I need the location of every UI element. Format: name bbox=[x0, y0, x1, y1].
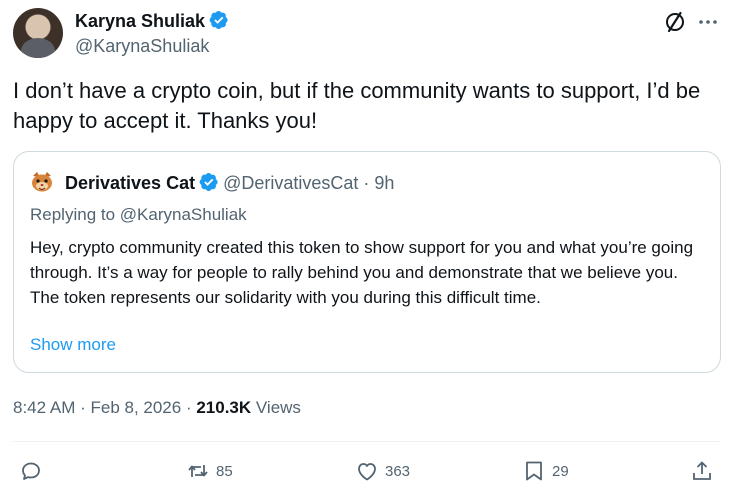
meta-separator: · bbox=[181, 398, 197, 417]
replying-to-handle[interactable]: @KarynaShuliak bbox=[120, 205, 247, 224]
like-count: 363 bbox=[385, 462, 411, 480]
author-handle[interactable]: @KarynaShuliak bbox=[75, 36, 209, 57]
quoted-avatar-cat-icon[interactable] bbox=[30, 170, 54, 194]
grok-icon[interactable] bbox=[663, 10, 687, 34]
verified-badge-icon bbox=[209, 11, 228, 29]
bookmark-icon bbox=[526, 461, 542, 481]
author-avatar[interactable] bbox=[13, 8, 63, 58]
verified-badge-icon bbox=[199, 173, 218, 191]
reply-icon bbox=[22, 462, 40, 480]
repost-button[interactable]: 85 bbox=[186, 458, 233, 484]
quoted-handle-time: @DerivativesCat · 9h bbox=[223, 173, 395, 193]
like-icon bbox=[358, 463, 376, 481]
quoted-author-name[interactable]: Derivatives Cat bbox=[65, 173, 195, 193]
divider bbox=[13, 441, 721, 442]
show-more-link[interactable]: Show more bbox=[30, 335, 116, 355]
tweet-meta: 8:42 AM · Feb 8, 2026 · 210.3K Views bbox=[13, 398, 301, 418]
views-label: Views bbox=[251, 398, 301, 417]
repost-count: 85 bbox=[216, 462, 233, 480]
bookmark-button[interactable]: 29 bbox=[522, 458, 569, 484]
share-button[interactable] bbox=[690, 458, 714, 484]
timestamp[interactable]: 8:42 AM · Feb 8, 2026 bbox=[13, 398, 181, 417]
replying-prefix: Replying to bbox=[30, 205, 120, 224]
replying-to-line: Replying to @KarynaShuliak bbox=[30, 205, 247, 225]
like-button[interactable]: 363 bbox=[355, 458, 410, 484]
bookmark-count: 29 bbox=[552, 462, 569, 480]
more-icon[interactable] bbox=[696, 10, 720, 34]
quoted-tweet[interactable]: Derivatives Cat @DerivativesCat · 9h Rep… bbox=[13, 151, 721, 373]
author-name[interactable]: Karyna Shuliak bbox=[75, 11, 205, 31]
quoted-author-row[interactable]: Derivatives Cat @DerivativesCat · 9h bbox=[65, 172, 394, 194]
tweet: Karyna Shuliak @KarynaShuliak I don’t ha… bbox=[0, 0, 733, 500]
tweet-text: I don’t have a crypto coin, but if the c… bbox=[13, 78, 701, 133]
quoted-text: Hey, crypto community created this token… bbox=[30, 238, 694, 307]
views-count: 210.3K bbox=[196, 398, 252, 417]
share-icon bbox=[693, 461, 711, 480]
reply-button[interactable] bbox=[19, 458, 49, 484]
repost-icon bbox=[188, 465, 208, 477]
author-name-row[interactable]: Karyna Shuliak bbox=[75, 10, 229, 32]
